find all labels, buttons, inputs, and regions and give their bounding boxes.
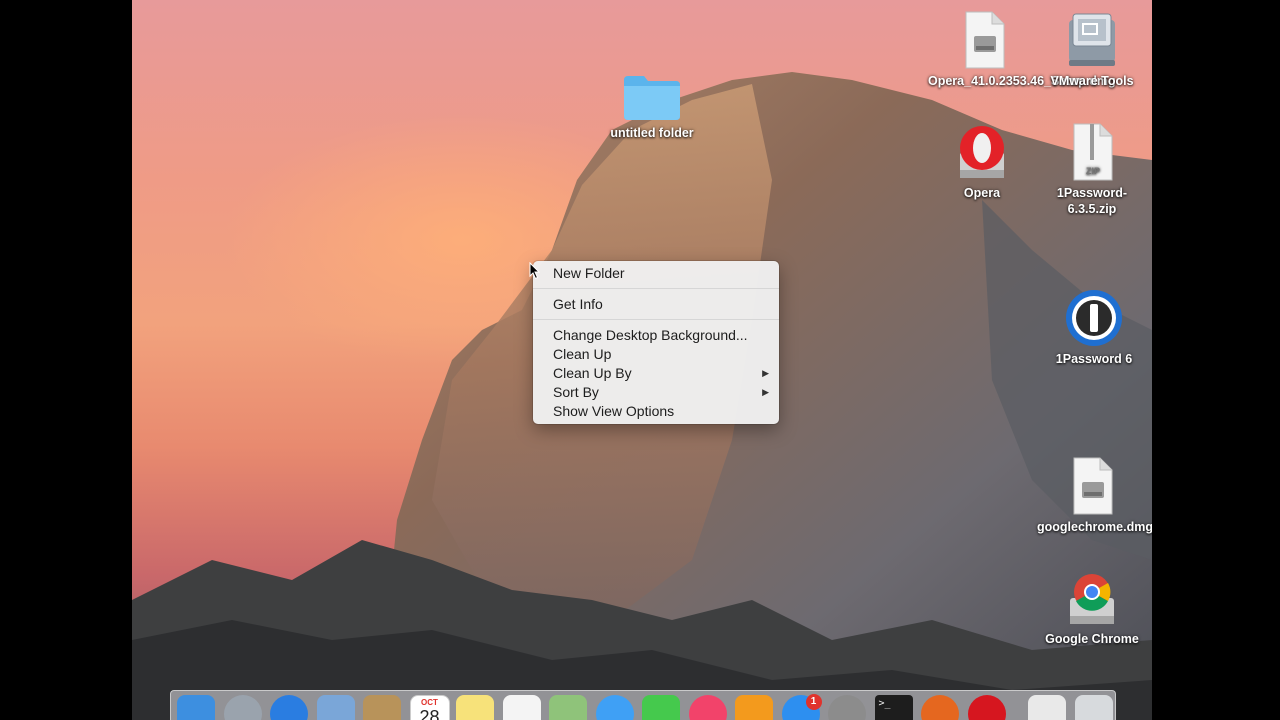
messages-icon[interactable]: [595, 695, 634, 720]
menu-item-label: Sort By: [553, 384, 599, 400]
menu-item-clean-up-by[interactable]: Clean Up By ▶: [533, 364, 779, 383]
itunes-icon[interactable]: [688, 695, 727, 720]
terminal-icon[interactable]: >_: [874, 695, 913, 720]
menu-separator: [533, 319, 779, 320]
calendar-day: 28: [419, 707, 440, 720]
submenu-arrow-icon: ▶: [762, 387, 769, 397]
desktop-icon-label: Google Chrome: [1045, 632, 1139, 646]
reminders-icon[interactable]: [502, 695, 541, 720]
vmware-tools-icon: [1069, 13, 1115, 66]
desktop-icon-untitled-folder[interactable]: untitled folder: [597, 70, 707, 141]
desktop-icon-label: 1Password 6: [1055, 352, 1133, 366]
menu-item-new-folder[interactable]: New Folder: [533, 264, 779, 283]
menu-separator: [533, 288, 779, 289]
desktop-icon-label: Opera: [963, 186, 1001, 200]
mouse-pointer-icon: [529, 262, 541, 280]
firefox-icon[interactable]: [921, 695, 959, 720]
menu-item-clean-up[interactable]: Clean Up: [533, 345, 779, 364]
system-preferences-icon[interactable]: [828, 695, 866, 720]
menu-item-sort-by[interactable]: Sort By ▶: [533, 383, 779, 402]
desktop-icon-opera[interactable]: Opera: [927, 122, 1037, 201]
opera-icon[interactable]: [967, 695, 1006, 720]
maps-icon[interactable]: [549, 695, 587, 720]
safari-icon[interactable]: [270, 695, 308, 720]
desktop-icon-1password-6[interactable]: 1Password 6: [1039, 288, 1149, 367]
folder-icon: [624, 76, 680, 120]
menu-item-label: Clean Up: [553, 346, 612, 362]
menu-item-label: Get Info: [553, 296, 603, 312]
calendar-icon[interactable]: OCT 28: [409, 695, 450, 720]
launchpad-icon[interactable]: [223, 695, 262, 720]
trash-icon[interactable]: [1074, 695, 1113, 720]
menu-item-get-info[interactable]: Get Info: [533, 295, 779, 314]
chrome-icon: [1070, 574, 1114, 624]
desktop-icon-vmware-tools[interactable]: VMware Tools: [1037, 10, 1147, 89]
disk-image-icon: [1073, 457, 1113, 515]
menu-item-show-view-options[interactable]: Show View Options: [533, 402, 779, 421]
desktop-icon-label: untitled folder: [610, 126, 694, 140]
desktop-icon-opera-setup-dmg[interactable]: Opera_41.0.2353.46_Setup.dmg: [928, 10, 1116, 89]
dock: OCT 28 1 >_: [170, 690, 1116, 720]
menu-item-label: Clean Up By: [553, 365, 632, 381]
terminal-prompt: >_: [878, 698, 891, 709]
1password-icon: [1066, 290, 1122, 346]
zip-file-icon: ZIP: [1073, 123, 1113, 181]
desktop-icon-1password-zip[interactable]: ZIP 1Password-6.3.5.zip: [1037, 122, 1147, 217]
menu-item-label: Show View Options: [553, 403, 675, 419]
facetime-icon[interactable]: [642, 695, 680, 720]
menu-item-change-desktop-background[interactable]: Change Desktop Background...: [533, 326, 779, 345]
contacts-icon[interactable]: [363, 695, 401, 720]
downloads-stack-icon[interactable]: [1028, 695, 1066, 720]
desktop-icon-googlechrome-dmg[interactable]: googlechrome.dmg: [1037, 456, 1152, 535]
desktop-icon-label: googlechrome.dmg: [1037, 520, 1152, 534]
mail-icon[interactable]: [316, 695, 355, 720]
app-store-icon[interactable]: 1: [781, 694, 822, 720]
opera-installer-icon: [960, 126, 1004, 178]
desktop-icon-label: Opera_41.0.2353.46_Setup.dmg: [928, 74, 1116, 88]
desktop-context-menu: New Folder Get Info Change Desktop Backg…: [533, 261, 779, 424]
zip-tag: ZIP: [1086, 166, 1100, 176]
desktop[interactable]: untitled folder Opera_41.0.2353.46_Setup…: [132, 0, 1152, 720]
menu-item-label: Change Desktop Background...: [553, 327, 748, 343]
ibooks-icon[interactable]: [735, 695, 773, 720]
finder-icon[interactable]: [177, 695, 215, 720]
desktop-icon-google-chrome[interactable]: Google Chrome: [1037, 568, 1147, 647]
disk-image-icon: [965, 11, 1005, 69]
notes-icon[interactable]: [456, 695, 494, 720]
menu-item-label: New Folder: [553, 265, 625, 281]
desktop-icon-label: 1Password-6.3.5.zip: [1056, 186, 1128, 216]
desktop-icon-label: VMware Tools: [1050, 74, 1134, 88]
notification-badge: 1: [805, 694, 822, 710]
submenu-arrow-icon: ▶: [762, 368, 769, 378]
